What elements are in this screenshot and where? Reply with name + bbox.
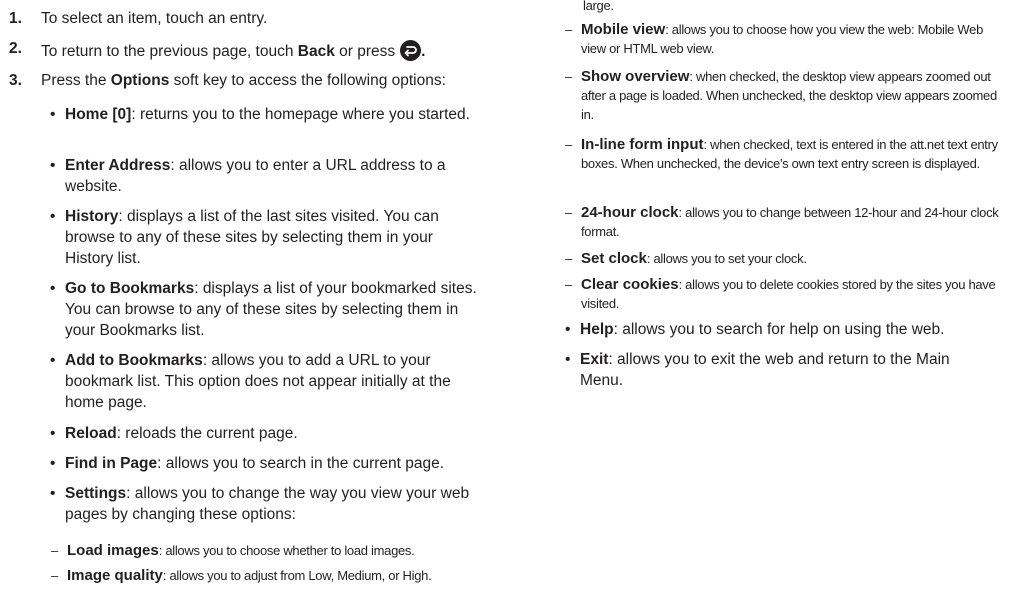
setting-item: – Mobile view: allows you to choose how …	[565, 21, 984, 56]
setting-label: Load images	[67, 542, 159, 559]
option-item: • Exit: allows you to exit the web and r…	[565, 351, 950, 389]
step-number: 1.	[9, 10, 22, 27]
setting-label: Show overview	[581, 68, 690, 85]
option-item: • Home [0]: returns you to the homepage …	[50, 106, 470, 123]
option-item: • Settings: allows you to change the way…	[50, 485, 470, 523]
setting-item: – Show overview: when checked, the deskt…	[565, 68, 997, 122]
options-label: Options	[110, 72, 170, 89]
option-item: • History: displays a list of the last s…	[50, 208, 439, 267]
setting-item: – Load images: allows you to choose whet…	[51, 542, 415, 559]
continued-fragment: large.	[583, 0, 614, 13]
option-item: • Enter Address: allows you to enter a U…	[50, 157, 446, 195]
option-label: Exit	[580, 351, 609, 368]
option-label: Home [0]	[65, 106, 132, 123]
step-text: To return to the previous page, touch Ba…	[41, 40, 425, 61]
option-item: • Help: allows you to search for help on…	[565, 321, 945, 338]
option-item: • Add to Bookmarks: allows you to add a …	[50, 352, 451, 411]
setting-label: Set clock	[581, 250, 647, 267]
setting-item: – Set clock: allows you to set your cloc…	[565, 250, 807, 267]
setting-label: In-line form input	[581, 136, 704, 153]
step-text: To select an item, touch an entry.	[41, 10, 268, 27]
option-label: Settings	[65, 485, 127, 502]
back-label: Back	[297, 43, 335, 60]
option-label: Reload	[65, 425, 117, 442]
setting-label: 24-hour clock	[581, 204, 679, 221]
setting-label: Image quality	[67, 567, 163, 584]
option-item: • Go to Bookmarks: displays a list of yo…	[50, 280, 477, 339]
option-label: Enter Address	[65, 157, 171, 174]
step-number: 2.	[9, 40, 22, 57]
option-item: • Find in Page: allows you to search in …	[50, 455, 445, 472]
option-label: History	[65, 208, 119, 225]
step-number: 3.	[9, 72, 22, 89]
step-text: Press the Options soft key to access the…	[41, 72, 446, 89]
setting-item: – Image quality: allows you to adjust fr…	[51, 567, 432, 584]
setting-item: – In-line form input: when checked, text…	[565, 136, 998, 171]
back-key-icon	[400, 40, 422, 61]
setting-label: Clear cookies	[581, 276, 679, 293]
option-label: Add to Bookmarks	[65, 352, 203, 369]
setting-item: – 24-hour clock: allows you to change be…	[565, 204, 999, 239]
option-item: • Reload: reloads the current page.	[50, 425, 298, 442]
option-label: Find in Page	[65, 455, 158, 472]
setting-label: Mobile view	[581, 21, 666, 38]
setting-item: – Clear cookies: allows you to delete co…	[565, 276, 996, 311]
option-label: Go to Bookmarks	[65, 280, 195, 297]
option-label: Help	[580, 321, 614, 338]
